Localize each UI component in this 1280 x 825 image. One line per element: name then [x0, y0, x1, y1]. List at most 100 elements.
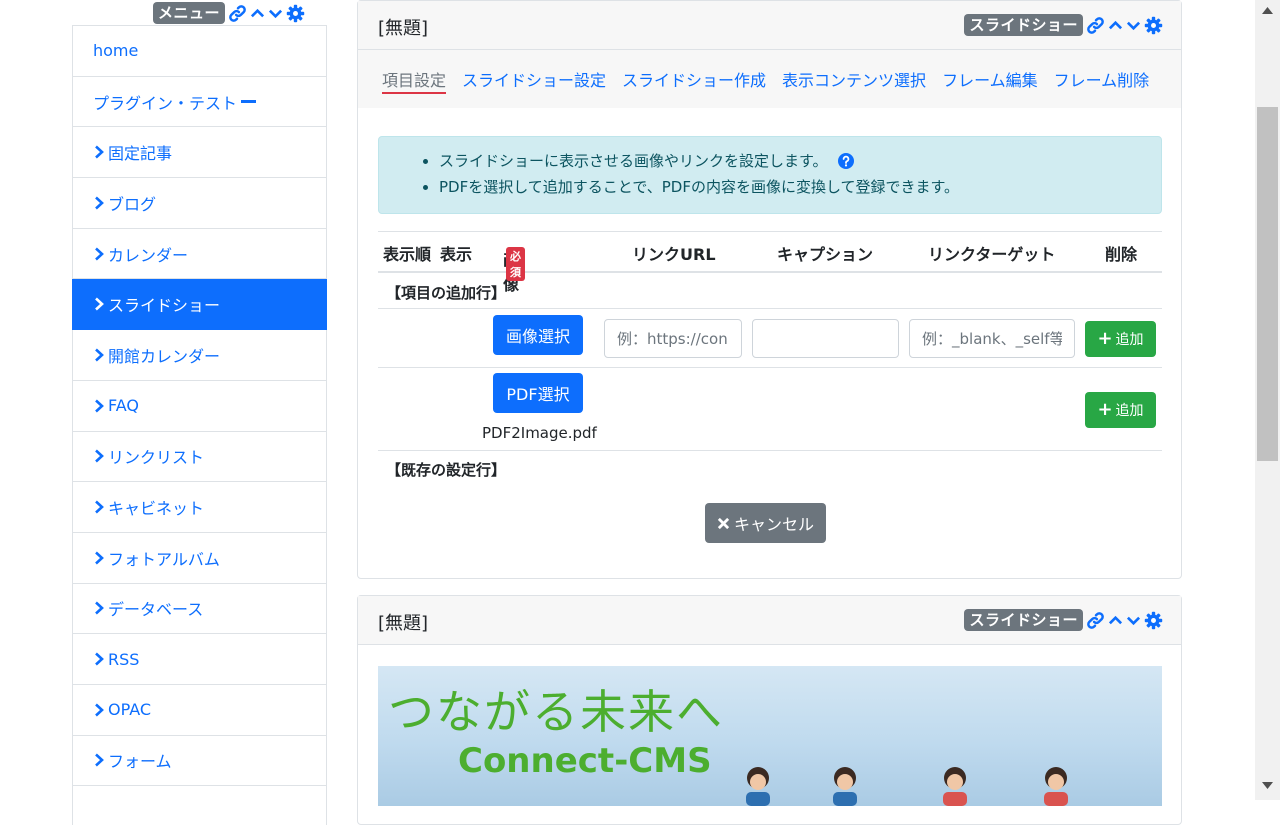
- chevron-up-icon[interactable]: [250, 6, 265, 21]
- divider: [378, 367, 1162, 368]
- info-line: PDFを選択して追加することで、PDFの内容を画像に変換して登録できます。: [423, 175, 1161, 201]
- required-badge: 必須: [506, 247, 525, 281]
- image-select-button[interactable]: 画像選択: [493, 315, 583, 355]
- sidebar-item-label: ブログ: [108, 194, 157, 214]
- slideshow-preview-frame: [無題] スライドショー つながる未来へ Connect-CMS: [357, 595, 1182, 825]
- help-circle-icon[interactable]: [838, 153, 855, 169]
- chevron-up-icon[interactable]: [1108, 18, 1123, 33]
- chevron-right-icon: [95, 703, 104, 717]
- col-display: 表示: [440, 245, 473, 264]
- col-order: 表示順: [383, 245, 432, 264]
- sidebar-item-label: RSS: [108, 649, 140, 669]
- collapse-dash-icon: [241, 100, 257, 104]
- sidebar-item-label: フォーム: [108, 752, 172, 772]
- col-caption: キャプション: [777, 245, 874, 264]
- plugin-badge: スライドショー: [964, 14, 1083, 36]
- sidebar-item-rss[interactable]: RSS: [73, 634, 326, 685]
- sidebar-item-fixed-article[interactable]: 固定記事: [73, 127, 326, 179]
- sidebar-item-label: スライドショー: [108, 296, 221, 316]
- sidebar-item-calendar[interactable]: カレンダー: [73, 229, 326, 280]
- items-table-header: 表示順 表示 画像必須 リンクURL キャプション リンクターゲット 削除: [378, 231, 1162, 294]
- sidebar-item-label: 固定記事: [108, 144, 173, 164]
- pdf-select-button[interactable]: PDF選択: [493, 373, 583, 413]
- col-delete: 削除: [1105, 245, 1138, 264]
- sidebar-item-link-list[interactable]: リンクリスト: [73, 432, 326, 483]
- info-text: PDFを選択して追加することで、PDFの内容を画像に変換して登録できます。: [439, 178, 960, 196]
- info-line: スライドショーに表示させる画像やリンクを設定します。: [423, 149, 1161, 175]
- sidebar-item-form[interactable]: フォーム: [73, 736, 326, 787]
- chevron-down-icon[interactable]: [1126, 18, 1141, 33]
- sidebar-item-faq[interactable]: FAQ: [73, 381, 326, 432]
- add-image-item-button[interactable]: + 追加: [1085, 321, 1156, 357]
- divider: [378, 450, 1162, 451]
- frame-header: [無題] スライドショー: [358, 596, 1181, 645]
- sidebar-item-photo-album[interactable]: フォトアルバム: [73, 533, 326, 584]
- sidebar-item-home[interactable]: home: [73, 26, 326, 77]
- chevron-right-icon: [95, 297, 104, 311]
- tab-slideshow-create[interactable]: スライドショー作成: [622, 67, 766, 91]
- sidebar-item-label: リンクリスト: [108, 448, 205, 468]
- tab-frame-delete[interactable]: フレーム削除: [1054, 67, 1150, 91]
- frame-title: [無題]: [378, 18, 429, 39]
- chevron-down-icon[interactable]: [268, 6, 283, 21]
- cancel-label: キャンセル: [733, 515, 814, 534]
- sidebar-item-label: プラグイン・テスト: [93, 93, 238, 113]
- scroll-up-arrow-icon[interactable]: [1262, 6, 1273, 14]
- add-row-label: 【項目の追加行】: [386, 284, 507, 302]
- link-icon[interactable]: [1086, 611, 1105, 630]
- caption-input[interactable]: [752, 319, 899, 358]
- scroll-down-arrow-icon[interactable]: [1262, 782, 1273, 790]
- existing-row-label: 【既存の設定行】: [386, 461, 507, 479]
- page-scrollbar[interactable]: [1255, 0, 1280, 800]
- pdf-filename: PDF2Image.pdf: [482, 424, 597, 442]
- frame-header: [無題] スライドショー: [358, 1, 1181, 50]
- chevron-right-icon: [95, 551, 104, 565]
- chevron-right-icon: [95, 399, 104, 413]
- sidebar-item-slideshow[interactable]: スライドショー: [72, 279, 327, 331]
- link-icon[interactable]: [228, 4, 247, 23]
- chevron-right-icon: [95, 652, 104, 666]
- info-text: スライドショーに表示させる画像やリンクを設定します。: [439, 152, 828, 170]
- sidebar-item-label: FAQ: [108, 396, 139, 416]
- sidebar-item-label: home: [93, 41, 139, 61]
- chevron-right-icon: [95, 196, 104, 210]
- gear-icon[interactable]: [1144, 611, 1163, 630]
- tab-content-select[interactable]: 表示コンテンツ選択: [782, 67, 926, 91]
- sidebar-menu: home プラグイン・テスト 固定記事 ブログ カレンダー スライドショー 開館…: [72, 25, 327, 825]
- gear-icon[interactable]: [1144, 16, 1163, 35]
- sidebar-item-label: キャビネット: [108, 499, 205, 519]
- link-target-input[interactable]: [909, 319, 1075, 358]
- link-url-input[interactable]: [604, 319, 742, 358]
- sidebar-item-label: フォトアルバム: [108, 549, 220, 569]
- sidebar-item-database[interactable]: データベース: [73, 584, 326, 635]
- slide-subheading: Connect-CMS: [458, 741, 712, 781]
- chevron-right-icon: [95, 601, 104, 615]
- cancel-button[interactable]: キャンセル: [705, 503, 826, 543]
- tab-slideshow-settings[interactable]: スライドショー設定: [462, 67, 606, 91]
- col-link-url: リンクURL: [632, 245, 716, 264]
- scrollbar-thumb[interactable]: [1257, 107, 1278, 461]
- tab-item-settings[interactable]: 項目設定: [382, 67, 447, 94]
- frame-tools: スライドショー: [964, 609, 1163, 631]
- chevron-right-icon: [95, 348, 104, 362]
- divider: [378, 308, 1162, 309]
- tab-frame-edit[interactable]: フレーム編集: [942, 67, 1038, 91]
- slideshow-image[interactable]: つながる未来へ Connect-CMS: [378, 666, 1162, 806]
- sidebar-item-plugin-test[interactable]: プラグイン・テスト: [73, 77, 326, 128]
- link-icon[interactable]: [1086, 16, 1105, 35]
- sidebar-item-label: カレンダー: [108, 245, 189, 265]
- add-pdf-item-button[interactable]: + 追加: [1085, 392, 1156, 428]
- slide-heading: つながる未来へ: [388, 685, 724, 739]
- close-icon: [717, 517, 730, 529]
- chevron-up-icon[interactable]: [1108, 613, 1123, 628]
- chevron-down-icon[interactable]: [1126, 613, 1141, 628]
- plus-icon: +: [1097, 399, 1113, 420]
- sidebar-item-label: OPAC: [108, 700, 152, 720]
- sidebar-item-cabinet[interactable]: キャビネット: [73, 482, 326, 533]
- sidebar-item-blog[interactable]: ブログ: [73, 178, 326, 229]
- sidebar-item-opac[interactable]: OPAC: [73, 685, 326, 736]
- info-alert: スライドショーに表示させる画像やリンクを設定します。 PDFを選択して追加するこ…: [378, 136, 1162, 214]
- gear-icon[interactable]: [286, 4, 305, 23]
- col-link-target: リンクターゲット: [928, 245, 1056, 264]
- sidebar-item-library-calendar[interactable]: 開館カレンダー: [73, 330, 326, 381]
